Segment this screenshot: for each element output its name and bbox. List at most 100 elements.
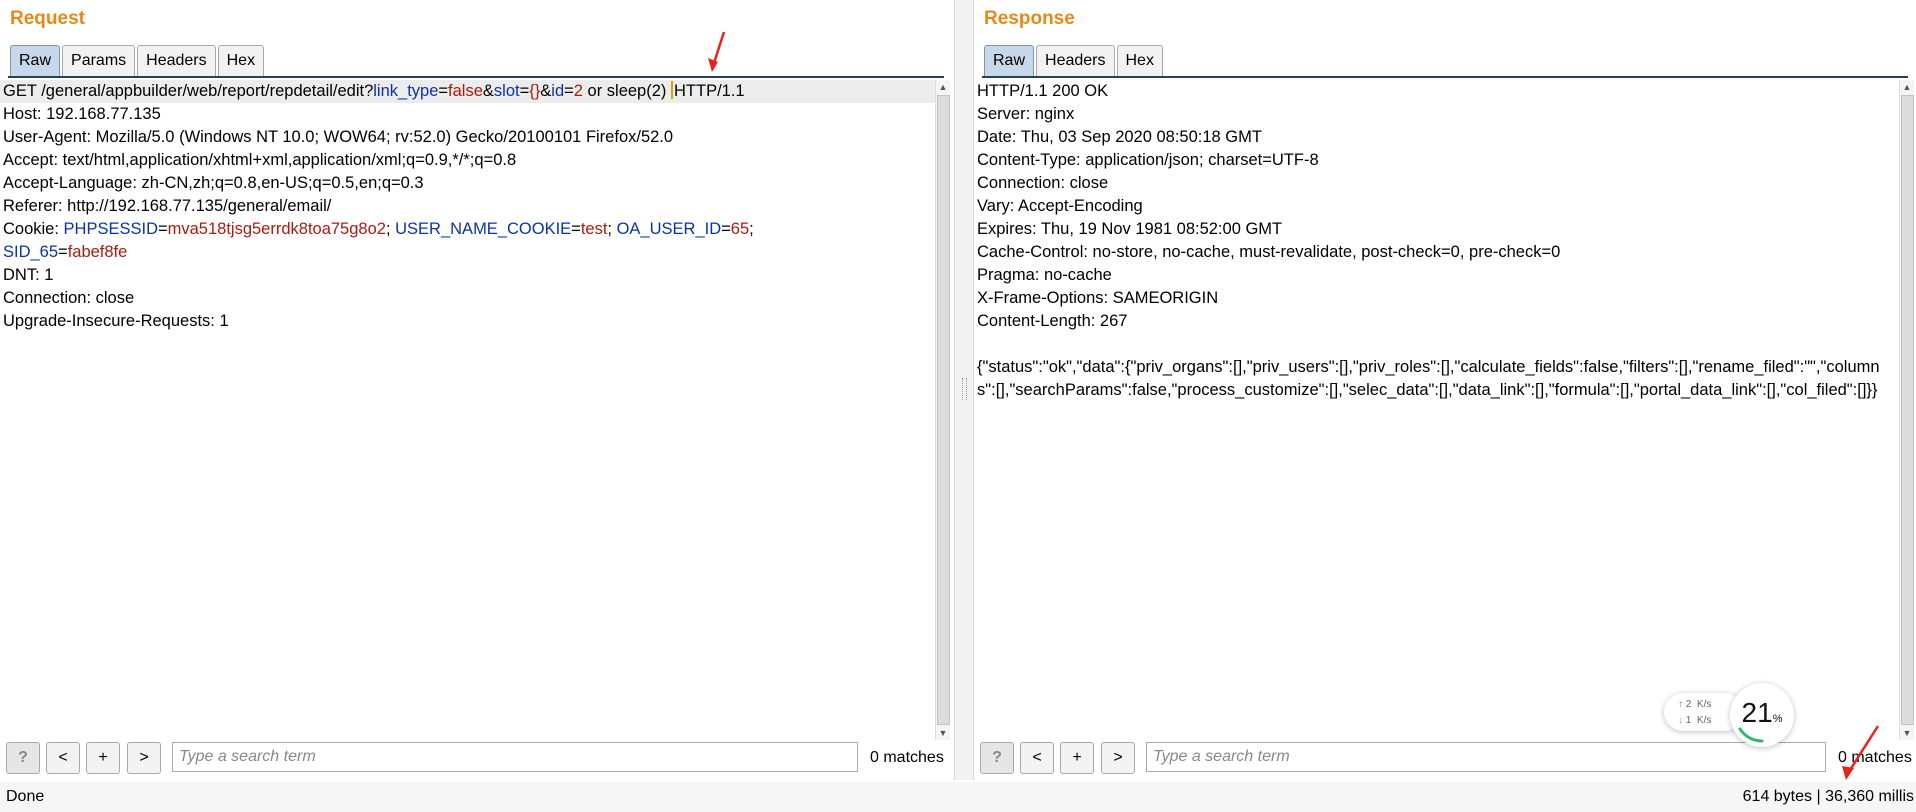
- response-tabs: Raw Headers Hex: [984, 45, 1163, 77]
- param-value: false: [448, 82, 483, 100]
- param-key: id: [551, 82, 565, 100]
- search-input[interactable]: [1146, 742, 1826, 772]
- cookie-value: mva518tjsg5errdk8toa75g8o2: [167, 220, 386, 238]
- header-upgrade: Upgrade-Insecure-Requests: 1: [3, 312, 229, 330]
- next-match-button[interactable]: >: [1101, 742, 1135, 774]
- method-path: GET /general/appbuilder/web/report/repde…: [3, 82, 374, 100]
- network-speed-widget[interactable]: ↑ 2 K/s ↓ 1 K/s 21%: [1664, 683, 1794, 747]
- download-arrow-icon: ↓: [1678, 715, 1683, 726]
- response-header: Content-Length: 267: [977, 312, 1128, 330]
- header-cookie-cont: SID_65=fabef8fe: [3, 243, 128, 261]
- request-editor[interactable]: GET /general/appbuilder/web/report/repde…: [0, 80, 936, 740]
- response-header: Cache-Control: no-store, no-cache, must-…: [977, 243, 1561, 261]
- response-header: Content-Type: application/json; charset=…: [977, 151, 1319, 169]
- http-version: HTTP/1.1: [674, 82, 745, 100]
- next-match-button[interactable]: >: [127, 742, 161, 774]
- request-pane: Request Raw Params Headers Hex GET /gene…: [0, 0, 952, 780]
- upload-speed: ↑ 2 K/s: [1678, 699, 1711, 710]
- download-speed: ↓ 1 K/s: [1678, 715, 1711, 726]
- request-search-bar: ? < + > 0 matches: [0, 740, 952, 778]
- usage-percent: 21%: [1730, 697, 1794, 729]
- response-title: Response: [984, 8, 1075, 29]
- request-line: GET /general/appbuilder/web/report/repde…: [0, 80, 936, 103]
- response-header: Date: Thu, 03 Sep 2020 08:50:18 GMT: [977, 128, 1262, 146]
- header-cookie: Cookie: PHPSESSID=mva518tjsg5errdk8toa75…: [3, 220, 754, 238]
- tab-raw[interactable]: Raw: [10, 45, 61, 76]
- usage-gauge: 21%: [1730, 683, 1794, 747]
- response-header: Server: nginx: [977, 105, 1075, 123]
- prev-match-button[interactable]: <: [46, 742, 80, 774]
- percent-value: 21: [1741, 697, 1773, 728]
- tab-divider: [982, 76, 1908, 78]
- status-text: Done: [6, 788, 45, 805]
- upload-arrow-icon: ↑: [1678, 699, 1683, 710]
- text-caret: [671, 81, 673, 99]
- response-header: Connection: close: [977, 174, 1109, 192]
- tab-hex[interactable]: Hex: [217, 45, 265, 76]
- tab-raw[interactable]: Raw: [984, 45, 1035, 76]
- response-header: Expires: Thu, 19 Nov 1981 08:52:00 GMT: [977, 220, 1283, 238]
- response-status-line: HTTP/1.1 200 OK: [977, 82, 1109, 100]
- help-button[interactable]: ?: [6, 742, 40, 774]
- cookie-value: test: [580, 220, 608, 238]
- tab-params[interactable]: Params: [62, 45, 136, 76]
- cookie-label: Cookie:: [3, 220, 64, 238]
- scroll-thumb[interactable]: [1901, 95, 1914, 725]
- cookie-key: SID_65: [3, 243, 59, 261]
- cookie-value: 65: [730, 220, 750, 238]
- tab-headers[interactable]: Headers: [1036, 45, 1115, 76]
- header-dnt: DNT: 1: [3, 266, 54, 284]
- response-editor[interactable]: HTTP/1.1 200 OK Server: nginx Date: Thu,…: [974, 80, 1900, 740]
- param-value: {}: [529, 82, 541, 100]
- tab-divider: [8, 76, 944, 78]
- cookie-key: USER_NAME_COOKIE: [395, 220, 572, 238]
- param-key: link_type: [373, 82, 439, 100]
- speed-unit: K/s: [1696, 699, 1712, 710]
- speed-unit: K/s: [1696, 715, 1712, 726]
- header-referer: Referer: http://192.168.77.135/general/e…: [3, 197, 332, 215]
- request-title: Request: [10, 8, 85, 29]
- download-value: 1: [1685, 715, 1692, 726]
- header-connection: Connection: close: [3, 289, 135, 307]
- annotation-arrow-icon: [1842, 725, 1880, 780]
- add-button[interactable]: +: [86, 742, 120, 774]
- annotation-arrow-icon: [708, 31, 726, 72]
- prev-match-button[interactable]: <: [1020, 742, 1054, 774]
- response-header: X-Frame-Options: SAMEORIGIN: [977, 289, 1219, 307]
- splitter-grip[interactable]: [962, 378, 967, 400]
- response-pane: Response Raw Headers Hex HTTP/1.1 200 OK…: [974, 0, 1916, 780]
- injection-payload: or sleep(2): [582, 82, 671, 100]
- param-value: 2: [573, 82, 583, 100]
- tab-headers[interactable]: Headers: [137, 45, 216, 76]
- header-host: Host: 192.168.77.135: [3, 105, 161, 123]
- status-bar: Done 614 bytes | 36,360 millis: [0, 782, 1916, 812]
- response-scrollbar[interactable]: ▲ ▼: [1899, 80, 1914, 740]
- scroll-up-icon[interactable]: ▲: [1900, 80, 1914, 94]
- help-button[interactable]: ?: [980, 742, 1014, 774]
- add-button[interactable]: +: [1060, 742, 1094, 774]
- scroll-down-icon[interactable]: ▼: [1900, 726, 1914, 740]
- upload-value: 2: [1685, 699, 1692, 710]
- response-body: {"status":"ok","data":{"priv_organs":[],…: [977, 358, 1880, 399]
- scroll-down-icon[interactable]: ▼: [936, 726, 950, 740]
- percent-sign: %: [1772, 713, 1783, 725]
- header-accept-language: Accept-Language: zh-CN,zh;q=0.8,en-US;q=…: [3, 174, 424, 192]
- response-stats: 614 bytes | 36,360 millis: [1742, 788, 1914, 805]
- response-header: Pragma: no-cache: [977, 266, 1112, 284]
- tab-hex[interactable]: Hex: [1116, 45, 1163, 76]
- match-count: 0 matches: [870, 749, 944, 766]
- scroll-thumb[interactable]: [937, 95, 950, 725]
- cookie-value: fabef8fe: [67, 243, 128, 261]
- cookie-key: PHPSESSID: [63, 220, 158, 238]
- pane-splitter[interactable]: [954, 0, 974, 780]
- cookie-key: OA_USER_ID: [616, 220, 722, 238]
- param-key: slot: [493, 82, 520, 100]
- scroll-up-icon[interactable]: ▲: [936, 80, 950, 94]
- request-scrollbar[interactable]: ▲ ▼: [935, 80, 950, 740]
- header-accept: Accept: text/html,application/xhtml+xml,…: [3, 151, 517, 169]
- header-user-agent: User-Agent: Mozilla/5.0 (Windows NT 10.0…: [3, 128, 674, 146]
- response-header: Vary: Accept-Encoding: [977, 197, 1143, 215]
- request-tabs: Raw Params Headers Hex: [10, 45, 265, 77]
- search-input[interactable]: [172, 742, 858, 772]
